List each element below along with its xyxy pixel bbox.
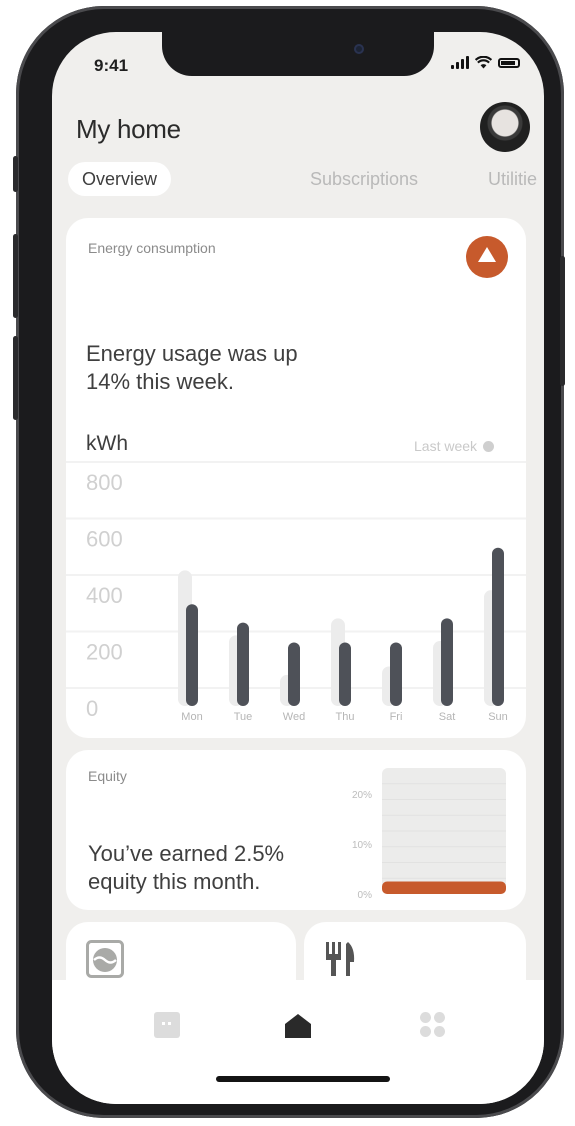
tab-subscriptions[interactable]: Subscriptions xyxy=(310,162,418,196)
x-tick-label: Mon xyxy=(181,711,202,723)
cellular-signal-icon xyxy=(451,56,469,69)
y-tick-label: 600 xyxy=(86,527,123,552)
battery-icon xyxy=(498,57,520,68)
this-week-bar xyxy=(186,604,198,706)
this-week-bar xyxy=(492,547,504,706)
home-icon[interactable] xyxy=(284,1012,312,1040)
bottom-navigation xyxy=(52,980,544,1104)
x-tick-label: Sat xyxy=(439,711,456,723)
apps-grid-icon[interactable] xyxy=(420,1012,446,1038)
volume-up-button xyxy=(13,234,18,318)
this-week-bar xyxy=(390,642,402,706)
home-indicator[interactable] xyxy=(216,1076,390,1082)
this-week-bar xyxy=(441,618,453,706)
energy-consumption-card[interactable]: Energy consumption Energy usage was up 1… xyxy=(66,218,526,738)
this-week-bar xyxy=(237,622,249,706)
y-tick-label: 200 xyxy=(86,640,123,665)
fork-knife-icon xyxy=(326,942,355,976)
equity-bar-chart: 20% 10% 0% xyxy=(352,768,506,901)
y-tick-label: 800 xyxy=(86,470,123,495)
status-time: 9:41 xyxy=(94,56,129,75)
this-week-bar xyxy=(339,642,351,706)
energy-bar-chart: 800 600 400 200 0 Mon Tue Wed Thu Fri Sat Sun xyxy=(66,461,526,723)
tab-overview[interactable]: Overview xyxy=(68,162,172,196)
app-screen: 9:41 My home Overview Subscriptions Util… xyxy=(52,32,544,1104)
power-button xyxy=(560,256,565,386)
y-tick-label: 400 xyxy=(86,583,123,608)
x-tick-label: Tue xyxy=(234,711,253,723)
notch xyxy=(162,32,434,76)
x-tick-label: Wed xyxy=(283,711,305,723)
equity-fill-bar xyxy=(382,881,506,894)
equity-tick-label: 20% xyxy=(352,790,372,801)
washing-machine-icon xyxy=(86,940,124,978)
silent-switch xyxy=(13,156,18,192)
avatar[interactable] xyxy=(480,102,530,152)
rooms-icon[interactable] xyxy=(154,1012,180,1038)
equity-card[interactable]: Equity You’ve earned 2.5% equity this mo… xyxy=(66,750,526,910)
status-icons xyxy=(451,56,520,69)
x-tick-label: Sun xyxy=(488,711,508,723)
tab-bar: Overview Subscriptions Utilitie xyxy=(66,162,544,198)
equity-tick-label: 0% xyxy=(358,890,373,901)
x-tick-label: Thu xyxy=(336,711,355,723)
front-camera xyxy=(354,44,364,54)
this-week-bar xyxy=(288,642,300,706)
x-tick-label: Fri xyxy=(390,711,403,723)
volume-down-button xyxy=(13,336,18,420)
y-tick-label: 0 xyxy=(86,696,98,721)
wifi-icon xyxy=(475,56,492,69)
tab-utilities[interactable]: Utilitie xyxy=(488,162,537,196)
equity-tick-label: 10% xyxy=(352,840,372,851)
page-title: My home xyxy=(76,114,181,144)
